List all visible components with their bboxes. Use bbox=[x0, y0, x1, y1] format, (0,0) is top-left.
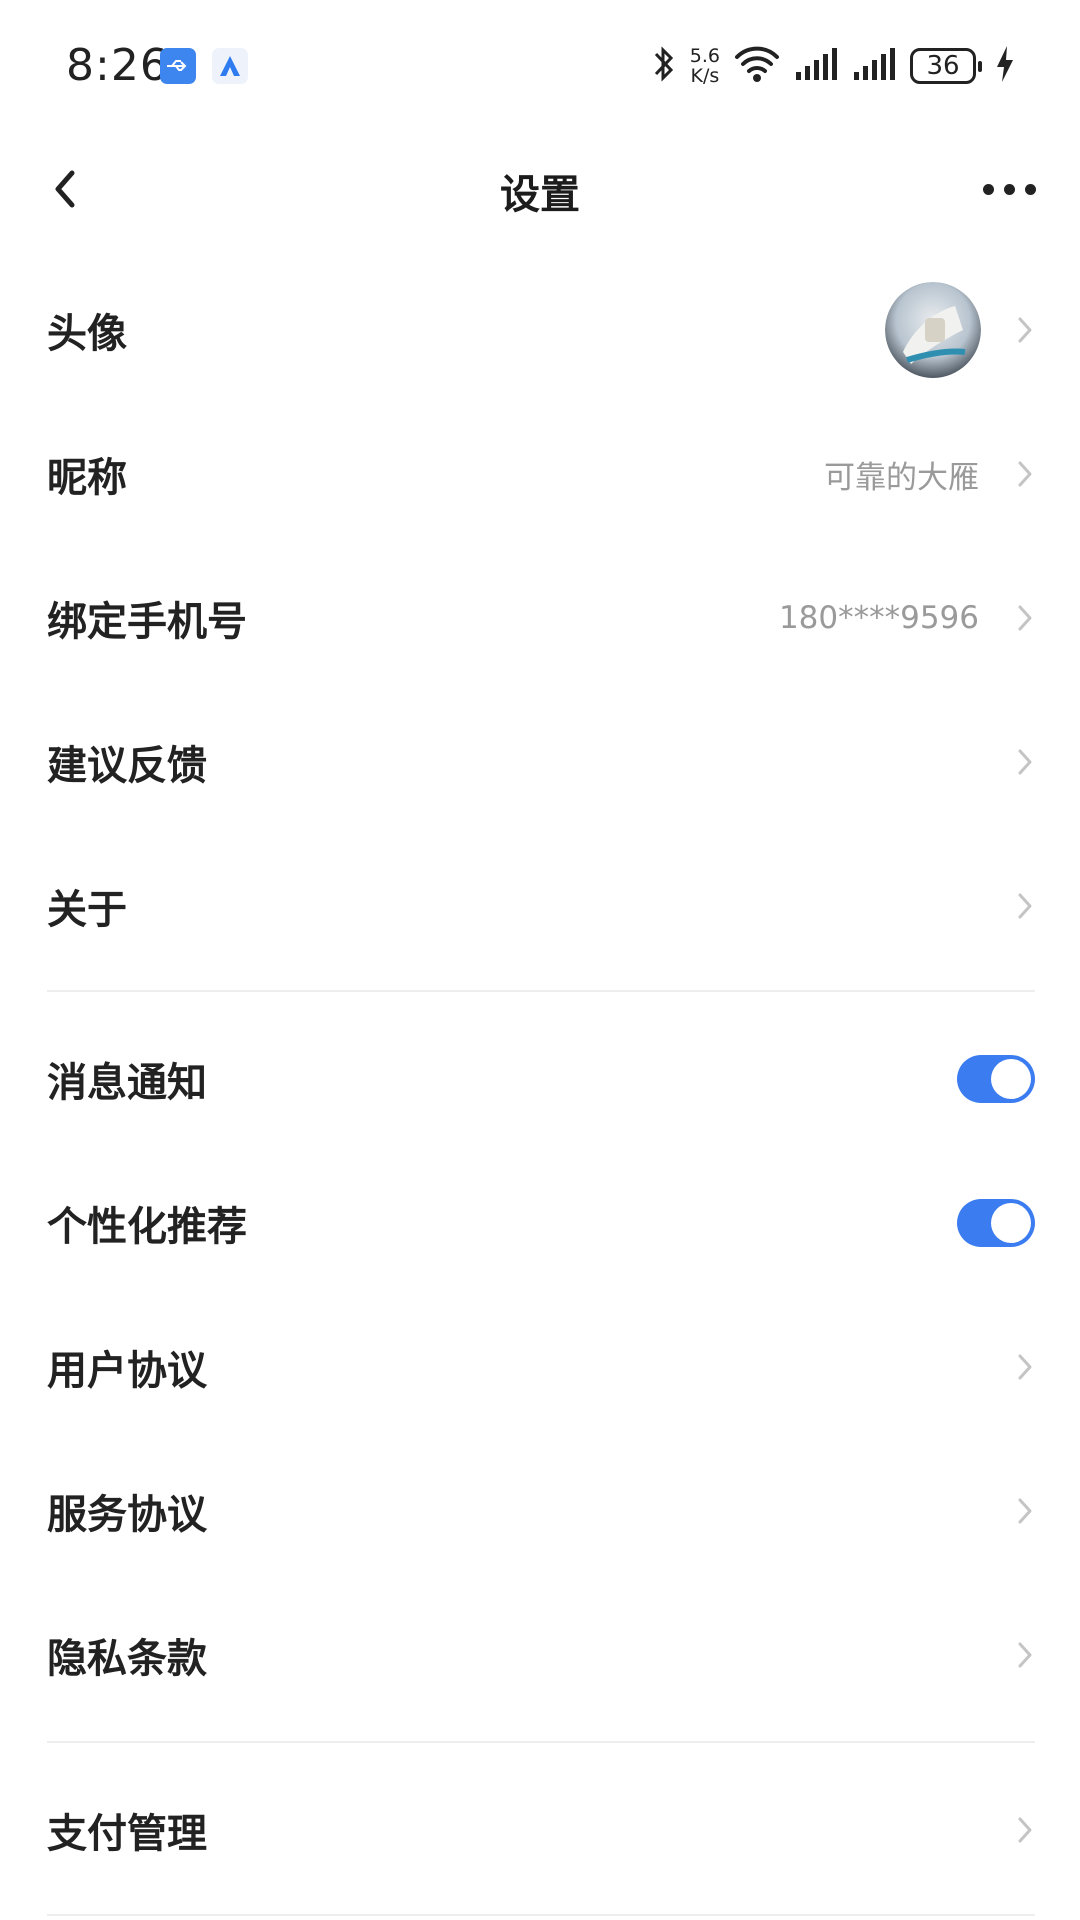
row-nickname[interactable]: 昵称 可靠的大雁 bbox=[47, 402, 1035, 546]
section-divider bbox=[47, 1741, 1035, 1743]
app-notification-icon bbox=[212, 48, 248, 84]
phone-value: 180****9596 bbox=[778, 600, 979, 636]
row-label: 支付管理 bbox=[47, 1811, 207, 1857]
chevron-right-icon bbox=[1015, 313, 1035, 347]
row-feedback[interactable]: 建议反馈 bbox=[47, 690, 1035, 834]
row-service-agreement[interactable]: 服务协议 bbox=[47, 1439, 1035, 1583]
more-button[interactable] bbox=[974, 162, 1044, 216]
row-label: 绑定手机号 bbox=[47, 599, 247, 645]
more-dots-icon bbox=[1024, 183, 1036, 195]
row-user-agreement[interactable]: 用户协议 bbox=[47, 1295, 1035, 1439]
row-label: 昵称 bbox=[47, 455, 127, 501]
section-divider bbox=[47, 1914, 1035, 1916]
row-label: 个性化推荐 bbox=[47, 1204, 247, 1250]
row-about[interactable]: 关于 bbox=[47, 834, 1035, 978]
signal-icon bbox=[794, 46, 838, 86]
chevron-right-icon bbox=[1015, 889, 1035, 923]
net-speed-value: 5.6 bbox=[689, 45, 720, 67]
nickname-value: 可靠的大雁 bbox=[824, 459, 979, 496]
avatar[interactable] bbox=[885, 282, 981, 378]
status-bar: 8:26 5.6 K/s 36 bbox=[0, 0, 1080, 134]
row-label: 隐私条款 bbox=[47, 1636, 207, 1682]
more-dots-icon bbox=[982, 183, 994, 195]
row-avatar[interactable]: 头像 bbox=[47, 258, 1035, 402]
personalized-toggle[interactable] bbox=[957, 1199, 1035, 1247]
chevron-right-icon bbox=[1015, 1638, 1035, 1672]
row-phone[interactable]: 绑定手机号 180****9596 bbox=[47, 546, 1035, 690]
page-title: 设置 bbox=[500, 172, 580, 218]
status-right-group: 5.6 K/s 36 bbox=[652, 40, 1014, 92]
charging-icon bbox=[996, 45, 1014, 87]
section-divider bbox=[47, 990, 1035, 992]
more-dots-icon bbox=[1003, 183, 1015, 195]
chevron-right-icon bbox=[1015, 601, 1035, 635]
usb-icon bbox=[160, 48, 196, 84]
toggle-knob bbox=[991, 1203, 1031, 1243]
row-label: 服务协议 bbox=[47, 1492, 207, 1538]
toggle-knob bbox=[991, 1059, 1031, 1099]
row-label: 建议反馈 bbox=[47, 743, 207, 789]
row-privacy[interactable]: 隐私条款 bbox=[47, 1583, 1035, 1727]
row-notifications: 消息通知 bbox=[47, 1007, 1035, 1151]
app-header: 设置 bbox=[0, 134, 1080, 244]
battery-icon: 36 bbox=[910, 48, 982, 84]
row-label: 用户协议 bbox=[47, 1348, 207, 1394]
chevron-right-icon bbox=[1015, 1813, 1035, 1847]
chevron-right-icon bbox=[1015, 457, 1035, 491]
row-payment[interactable]: 支付管理 bbox=[47, 1758, 1035, 1902]
network-speed: 5.6 K/s bbox=[690, 46, 720, 86]
status-time: 8:26 bbox=[66, 40, 169, 91]
signal-icon bbox=[852, 46, 896, 86]
row-personalized: 个性化推荐 bbox=[47, 1151, 1035, 1295]
chevron-right-icon bbox=[1015, 745, 1035, 779]
chevron-right-icon bbox=[1015, 1494, 1035, 1528]
net-speed-unit: K/s bbox=[690, 65, 720, 87]
chevron-right-icon bbox=[1015, 1350, 1035, 1384]
row-label: 消息通知 bbox=[47, 1060, 207, 1106]
wifi-icon bbox=[734, 45, 780, 87]
row-label: 头像 bbox=[47, 311, 127, 357]
row-label: 关于 bbox=[47, 887, 127, 933]
bluetooth-icon bbox=[652, 44, 676, 88]
notifications-toggle[interactable] bbox=[957, 1055, 1035, 1103]
